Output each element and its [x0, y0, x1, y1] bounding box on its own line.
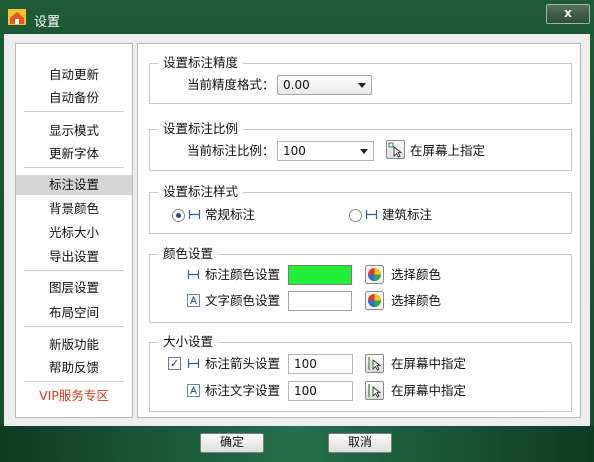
chevron-down-icon	[358, 83, 366, 88]
text-size-icon	[187, 384, 200, 397]
dimension-arrow-icon	[187, 359, 200, 368]
sidebar-item-display-mode[interactable]: 显示模式	[16, 121, 132, 141]
sidebar-item-cursor-size[interactable]: 光标大小	[16, 223, 132, 243]
scale-value: 100	[283, 144, 306, 158]
dimension-color-label: 标注颜色设置	[205, 267, 281, 282]
sidebar-item-vip-zone[interactable]: VIP服务专区	[16, 386, 132, 406]
scale-group: 设置标注比例 当前标注比例： 100 在屏幕上指定	[149, 121, 572, 171]
normal-dimension-label: 常规标注	[205, 207, 256, 222]
settings-sidebar: 自动更新 自动备份 显示模式 更新字体 标注设置 背景颜色 光标大小 导出设置 …	[15, 43, 133, 418]
architectural-dimension-radio[interactable]	[349, 209, 362, 222]
color-group-title: 颜色设置	[158, 246, 219, 262]
style-group: 设置标注样式 常规标注 建筑标注	[149, 184, 572, 234]
text-color-swatch[interactable]	[288, 291, 352, 311]
precision-label: 当前精度格式：	[187, 77, 275, 92]
text-color-icon	[187, 294, 200, 307]
scale-select[interactable]: 100	[277, 141, 374, 161]
dialog-footer: 确定 取消	[0, 426, 594, 462]
client-area: 自动更新 自动备份 显示模式 更新字体 标注设置 背景颜色 光标大小 导出设置 …	[4, 34, 590, 426]
window-title: 设置	[34, 15, 61, 30]
architectural-dimension-label: 建筑标注	[382, 207, 433, 222]
color-group: 颜色设置 标注颜色设置 选择颜色 文字颜色设置 选择颜色	[149, 246, 572, 323]
dimension-icon	[365, 210, 378, 219]
scale-label: 当前标注比例：	[187, 143, 275, 158]
arrow-pick-label: 在屏幕中指定	[391, 356, 467, 371]
pick-on-screen-label: 在屏幕上指定	[410, 143, 486, 158]
arrow-size-input[interactable]: 100	[288, 354, 353, 374]
settings-window: 设置 x 自动更新 自动备份 显示模式 更新字体 标注设置 背景颜色 光标大小 …	[0, 0, 594, 462]
dimension-icon	[188, 210, 201, 219]
size-group: 大小设置 ✓ 标注箭头设置 100 在屏幕中指定 标注文字设置 100 在屏幕中…	[149, 334, 572, 412]
sidebar-item-update-font[interactable]: 更新字体	[16, 144, 132, 164]
precision-format-select[interactable]: 0.00	[277, 75, 372, 95]
sidebar-item-auto-backup[interactable]: 自动备份	[16, 88, 132, 108]
sidebar-divider	[24, 167, 124, 168]
dimension-color-icon	[187, 270, 200, 279]
settings-panel: 设置标注精度 当前精度格式： 0.00 设置标注比例 当前标注比例： 100 在…	[137, 43, 581, 418]
scale-group-title: 设置标注比例	[158, 121, 244, 137]
text-pick-label: 在屏幕中指定	[391, 383, 467, 398]
sidebar-item-background-color[interactable]: 背景颜色	[16, 199, 132, 219]
precision-group: 设置标注精度 当前精度格式： 0.00	[149, 55, 572, 104]
normal-dimension-radio[interactable]	[172, 209, 185, 222]
sidebar-divider	[24, 270, 124, 271]
choose-dimension-color-label[interactable]: 选择颜色	[391, 267, 441, 283]
cancel-button[interactable]: 取消	[328, 433, 392, 453]
sidebar-divider	[24, 326, 124, 327]
cursor-pick-icon	[388, 142, 403, 158]
text-size-input[interactable]: 100	[288, 381, 353, 401]
sidebar-divider	[24, 111, 124, 112]
sidebar-divider	[24, 381, 124, 382]
text-size-label: 标注文字设置	[205, 383, 281, 398]
arrow-pick-on-screen-button[interactable]	[365, 354, 384, 373]
text-pick-on-screen-button[interactable]	[365, 381, 384, 400]
sidebar-item-export-settings[interactable]: 导出设置	[16, 247, 132, 267]
chevron-down-icon	[360, 149, 368, 154]
cursor-pick-icon	[368, 357, 382, 371]
color-wheel-icon[interactable]	[365, 291, 384, 310]
sidebar-item-auto-update[interactable]: 自动更新	[16, 65, 132, 85]
sidebar-item-dimension-settings[interactable]: 标注设置	[16, 175, 132, 195]
cursor-pick-icon	[368, 384, 382, 398]
pick-on-screen-button[interactable]	[386, 140, 405, 159]
arrow-size-label: 标注箭头设置	[205, 356, 281, 371]
sidebar-item-new-features[interactable]: 新版功能	[16, 335, 132, 355]
precision-format-value: 0.00	[283, 78, 310, 92]
sidebar-item-layout-space[interactable]: 布局空间	[16, 303, 132, 323]
arrow-size-checkbox[interactable]: ✓	[168, 357, 181, 370]
close-button[interactable]: x	[546, 4, 590, 24]
app-house-icon	[8, 9, 26, 25]
sidebar-item-layer-settings[interactable]: 图层设置	[16, 278, 132, 298]
size-group-title: 大小设置	[158, 334, 219, 350]
choose-text-color-label[interactable]: 选择颜色	[391, 293, 441, 309]
color-wheel-icon[interactable]	[365, 265, 384, 284]
precision-group-title: 设置标注精度	[158, 55, 244, 71]
title-bar[interactable]: 设置 x	[0, 0, 594, 34]
ok-button[interactable]: 确定	[200, 433, 264, 453]
style-group-title: 设置标注样式	[158, 184, 244, 200]
dimension-color-swatch[interactable]	[288, 265, 352, 285]
text-color-label: 文字颜色设置	[205, 293, 281, 308]
sidebar-item-help-feedback[interactable]: 帮助反馈	[16, 358, 132, 378]
